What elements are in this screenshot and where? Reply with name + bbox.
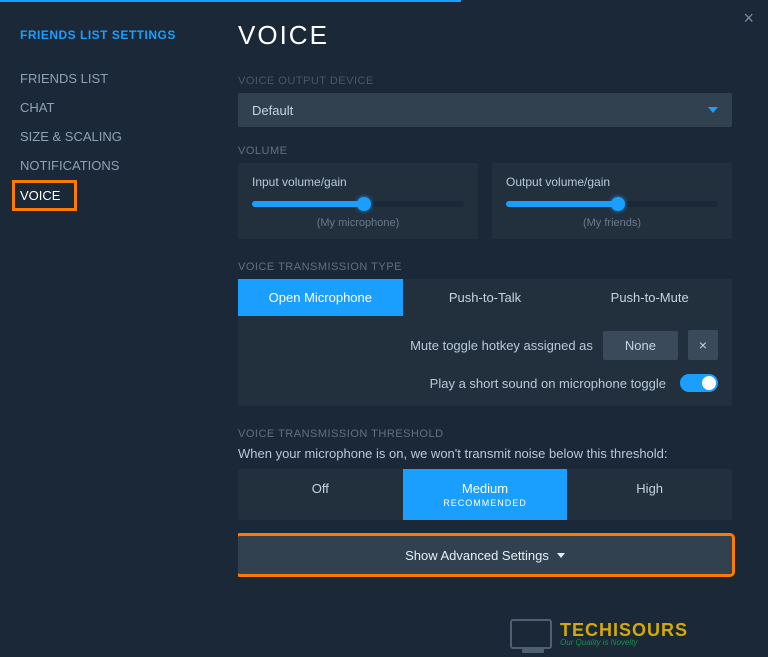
show-advanced-button[interactable]: Show Advanced Settings [238,536,732,574]
watermark-tagline: Our Quality is Novelty [560,639,688,647]
sound-toggle[interactable] [680,374,718,392]
chevron-down-icon [708,107,718,113]
sidebar-item-notifications[interactable]: NOTIFICATIONS [20,151,210,180]
sidebar-item-chat[interactable]: CHAT [20,93,210,122]
transmission-push-to-talk[interactable]: Push-to-Talk [403,279,568,316]
sidebar-title: FRIENDS LIST SETTINGS [20,28,210,42]
transmission-open-mic[interactable]: Open Microphone [238,279,403,316]
input-volume-slider[interactable] [252,201,464,207]
output-volume-sub: (My friends) [506,217,718,229]
section-label-threshold: VOICE TRANSMISSION THRESHOLD [238,428,732,440]
input-volume-card: Input volume/gain (My microphone) [238,163,478,239]
threshold-segmented: Off Medium RECOMMENDED High [238,469,732,520]
output-volume-slider[interactable] [506,201,718,207]
section-label-output-device: VOICE OUTPUT DEVICE [238,75,732,87]
transmission-segmented: Open Microphone Push-to-Talk Push-to-Mut… [238,279,732,316]
sidebar-item-size-scaling[interactable]: SIZE & SCALING [20,122,210,151]
input-volume-label: Input volume/gain [252,175,464,189]
section-label-volume: VOLUME [238,145,732,157]
hotkey-clear-button[interactable]: × [688,330,718,360]
sound-toggle-label: Play a short sound on microphone toggle [430,376,666,391]
hotkey-label: Mute toggle hotkey assigned as [410,338,593,353]
section-label-transmission: VOICE TRANSMISSION TYPE [238,261,732,273]
transmission-push-to-mute[interactable]: Push-to-Mute [567,279,732,316]
close-icon: × [699,337,707,353]
output-device-value: Default [252,103,293,118]
output-volume-card: Output volume/gain (My friends) [492,163,732,239]
show-advanced-label: Show Advanced Settings [405,548,549,563]
output-volume-label: Output volume/gain [506,175,718,189]
threshold-medium-label: Medium [462,481,508,496]
sidebar-item-friends-list[interactable]: FRIENDS LIST [20,64,210,93]
threshold-medium[interactable]: Medium RECOMMENDED [403,469,568,520]
chevron-down-icon [557,553,565,558]
watermark: TECHISOURS Our Quality is Novelty [510,619,688,649]
monitor-icon [510,619,552,649]
sidebar-item-voice[interactable]: VOICE [12,180,77,211]
main-panel: VOICE VOICE OUTPUT DEVICE Default VOLUME… [210,0,768,657]
page-title: VOICE [238,20,732,51]
threshold-off[interactable]: Off [238,469,403,520]
output-device-dropdown[interactable]: Default [238,93,732,127]
threshold-high[interactable]: High [567,469,732,520]
sidebar: FRIENDS LIST SETTINGS FRIENDS LIST CHAT … [0,0,210,657]
hotkey-value[interactable]: None [603,331,678,360]
threshold-recommended-badge: RECOMMENDED [403,498,568,508]
input-volume-sub: (My microphone) [252,217,464,229]
threshold-description: When your microphone is on, we won't tra… [238,446,732,461]
watermark-brand: TECHISOURS [560,621,688,639]
transmission-box: Open Microphone Push-to-Talk Push-to-Mut… [238,279,732,406]
settings-window: FRIENDS LIST SETTINGS FRIENDS LIST CHAT … [0,0,768,657]
